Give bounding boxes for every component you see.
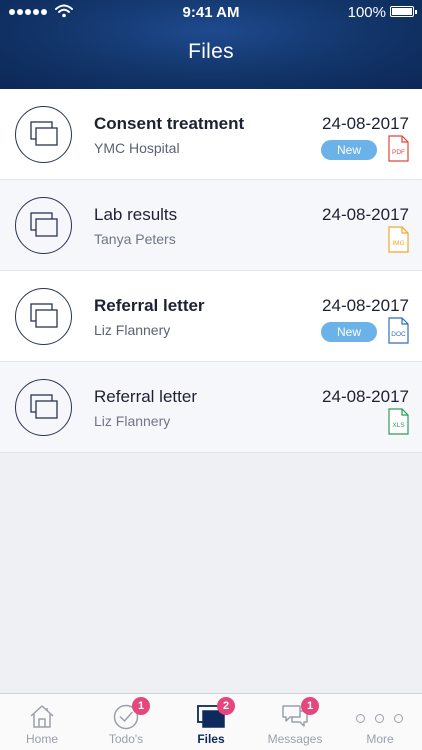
file-source: YMC Hospital [94,140,180,156]
notification-badge: 1 [132,697,150,715]
status-bar: 9:41 AM 100% [0,0,422,24]
tab-label: Todo's [108,732,144,746]
file-title: Referral letter [94,387,197,406]
home-icon [30,705,54,728]
file-type-label: XLS [392,422,405,429]
spreadsheet-file-icon: XLS [388,408,409,435]
file-type-label: DOC [391,331,406,338]
file-date: 24-08-2017 [322,114,409,133]
file-stack-icon [15,106,72,163]
tab-label: Home [25,732,58,746]
battery-percentage: 100% [347,4,386,21]
file-row[interactable]: Lab results Tanya Peters 24-08-2017 IMG [0,180,422,271]
file-type-label: PDF [392,149,405,156]
notification-badge: 1 [301,697,319,715]
file-date: 24-08-2017 [322,205,409,224]
file-row[interactable]: Referral letter Liz Flannery 24-08-2017 … [0,271,422,362]
file-date: 24-08-2017 [322,296,409,315]
file-stack-icon [15,197,72,254]
new-badge: New [321,140,377,160]
files-list: Consent treatment YMC Hospital 24-08-201… [0,89,422,453]
file-source: Liz Flannery [94,413,171,429]
battery-icon [390,6,417,17]
tab-bar: Home 1 Todo's 2 Files 1 Messages More [0,693,422,750]
tab-label: Messages [267,732,323,746]
tab-more[interactable]: More [338,694,422,750]
page-title: Files [188,40,234,63]
file-row[interactable]: Consent treatment YMC Hospital 24-08-201… [0,89,422,180]
file-source: Liz Flannery [94,322,171,338]
file-source: Tanya Peters [94,231,176,247]
tab-home[interactable]: Home [0,694,84,750]
file-stack-icon [15,288,72,345]
file-title: Lab results [94,205,178,224]
tab-label: Files [197,732,225,746]
pdf-file-icon: PDF [388,135,409,162]
tab-label: More [366,732,394,746]
notification-badge: 2 [217,697,235,715]
tab-files[interactable]: 2 Files [169,694,253,750]
more-icon [356,714,403,723]
tab-todos[interactable]: 1 Todo's [84,694,168,750]
file-title: Consent treatment [94,114,245,133]
file-title: Referral letter [94,296,205,315]
file-row[interactable]: Referral letter Liz Flannery 24-08-2017 … [0,362,422,453]
header: 9:41 AM 100% Files [0,0,422,89]
new-badge: New [321,322,377,342]
doc-file-icon: DOC [388,317,409,344]
image-file-icon: IMG [388,226,409,253]
tab-messages[interactable]: 1 Messages [253,694,337,750]
file-stack-icon [15,379,72,436]
file-type-label: IMG [392,240,404,247]
file-date: 24-08-2017 [322,387,409,406]
